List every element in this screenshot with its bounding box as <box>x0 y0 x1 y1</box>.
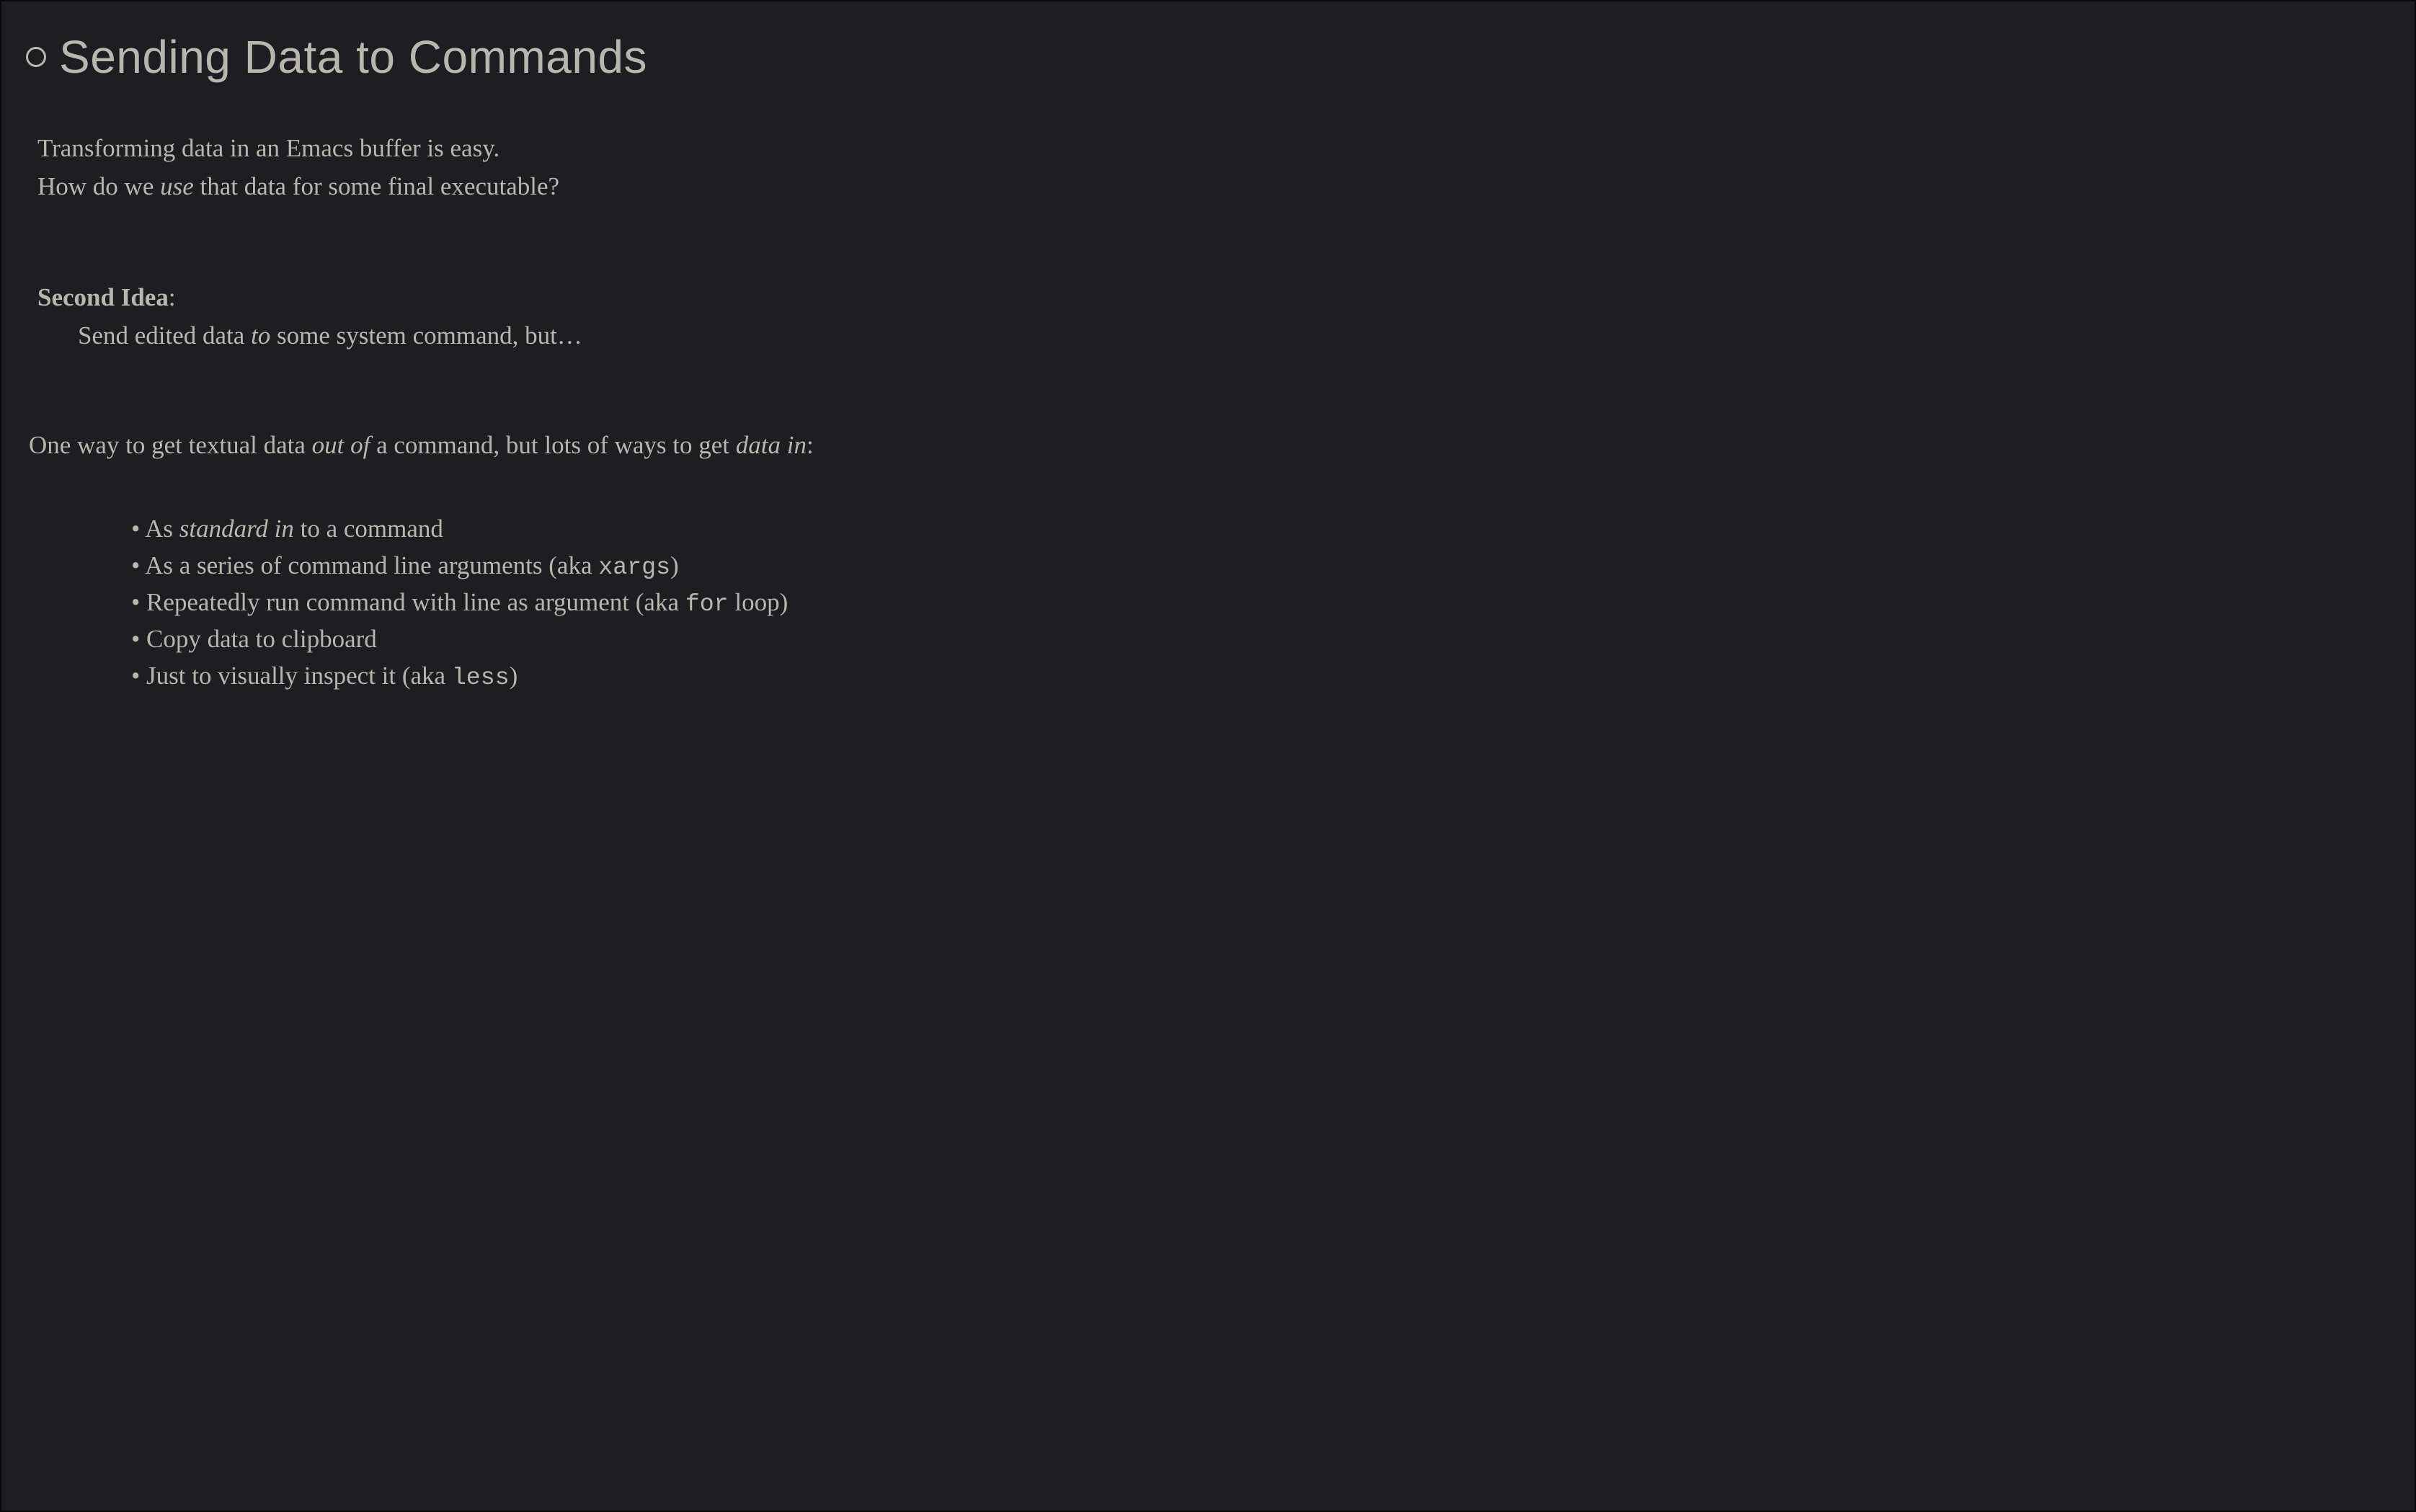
idea-heading: Second Idea: <box>37 279 2379 317</box>
intro-block: Transforming data in an Emacs buffer is … <box>37 130 2379 205</box>
intro-line-2-em: use <box>160 172 194 200</box>
transition-em2: data in <box>736 431 807 459</box>
bullet-code: for <box>685 590 729 618</box>
idea-colon: : <box>169 283 176 311</box>
heading-row: Sending Data to Commands <box>26 30 2379 84</box>
list-item: Repeatedly run command with line as argu… <box>131 584 2379 621</box>
intro-line-1: Transforming data in an Emacs buffer is … <box>37 130 2379 168</box>
list-item: Just to visually inspect it (aka less) <box>131 658 2379 695</box>
bullet-mid: to a command <box>294 515 443 543</box>
list-item: As a series of command line arguments (a… <box>131 548 2379 584</box>
bullet-pre: Copy data to clipboard <box>146 625 377 653</box>
bullet-post: loop) <box>729 588 789 616</box>
bullet-code: xargs <box>598 553 670 581</box>
bullet-pre: As <box>145 515 179 543</box>
transition-em1: out of <box>312 431 370 459</box>
transition-post: : <box>807 431 814 459</box>
transition-line: One way to get textual data out of a com… <box>29 427 2379 465</box>
bullet-list: As standard in to a command As a series … <box>131 511 2379 695</box>
idea-body-em: to <box>251 321 270 350</box>
list-item: Copy data to clipboard <box>131 621 2379 658</box>
transition-mid: a command, but lots of ways to get <box>370 431 735 459</box>
idea-body: Send edited data to some system command,… <box>78 317 2379 355</box>
list-item: As standard in to a command <box>131 511 2379 548</box>
bullet-post: ) <box>510 662 518 690</box>
bullet-circle-icon <box>26 47 46 67</box>
bullet-em: standard in <box>179 515 294 543</box>
transition-pre: One way to get textual data <box>29 431 312 459</box>
bullet-pre: Repeatedly run command with line as argu… <box>146 588 685 616</box>
idea-label: Second Idea <box>37 283 169 311</box>
bullet-pre: Just to visually inspect it (aka <box>146 662 452 690</box>
bullet-post: ) <box>670 551 679 579</box>
intro-line-2: How do we use that data for some final e… <box>37 168 2379 206</box>
slide-title: Sending Data to Commands <box>59 30 647 84</box>
slide: Sending Data to Commands Transforming da… <box>0 0 2416 1512</box>
idea-block: Second Idea: Send edited data to some sy… <box>37 279 2379 355</box>
idea-body-post: some system command, but… <box>270 321 582 350</box>
bullet-pre: As a series of command line arguments (a… <box>145 551 598 579</box>
intro-line-2-post: that data for some final executable? <box>194 172 559 200</box>
bullet-code: less <box>452 664 510 691</box>
intro-line-2-pre: How do we <box>37 172 160 200</box>
idea-body-pre: Send edited data <box>78 321 251 350</box>
